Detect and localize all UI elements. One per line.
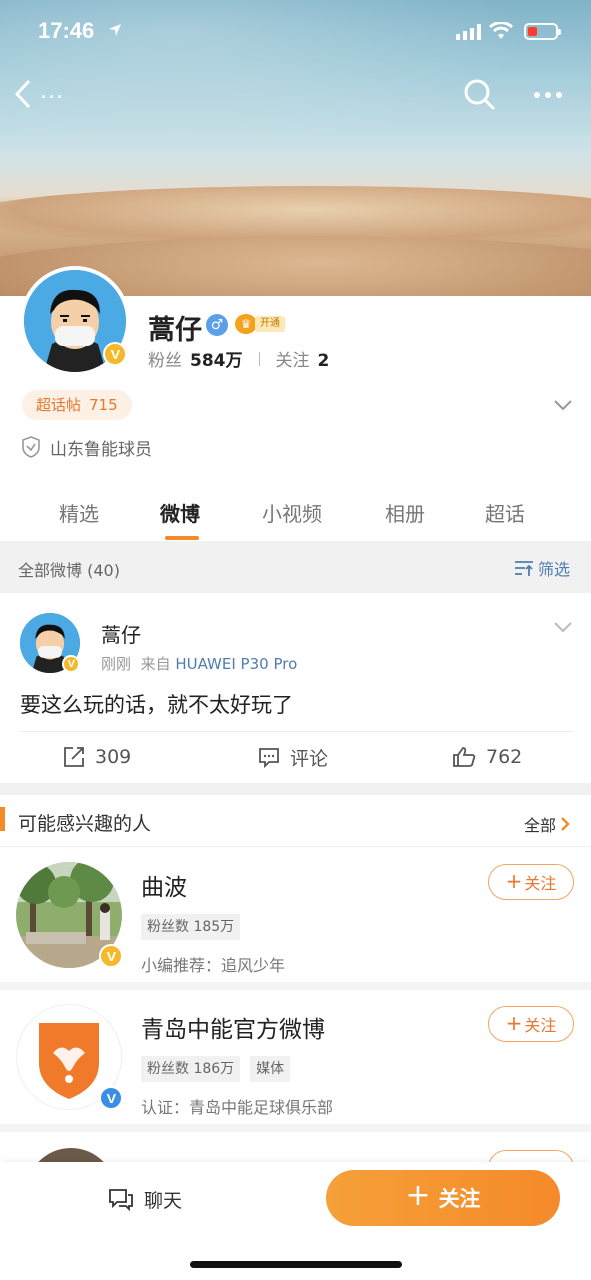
certification-row: 山东鲁能球员 — [22, 434, 152, 460]
comment-label: 评论 — [290, 747, 329, 770]
follow-label: 关注 — [524, 1016, 557, 1035]
follow-button[interactable]: + 关注 — [488, 864, 574, 900]
like-button[interactable]: 762 — [452, 743, 522, 771]
all-weibo-count: 全部微博 (40) — [18, 561, 120, 580]
repost-icon — [64, 747, 84, 767]
recommend-user-tags: 粉丝数 186万 媒体 — [141, 1056, 291, 1082]
recommend-user-desc: 认证：青岛中能足球俱乐部 — [141, 1098, 334, 1117]
following-stat[interactable]: 关注 2 — [276, 346, 330, 371]
profile-card: V 蒿仔 ♂ ♛ 开通 粉丝 584万 关注 2 超话帖 715 山东鲁能球员 精选 … — [0, 266, 591, 540]
chevron-left-icon — [14, 79, 31, 109]
weibo-post: V 蒿仔 刚刚 来自 HUAWEI P30 Pro 要这么玩的话，就不太好玩了 … — [0, 593, 591, 783]
recommend-user-name[interactable]: 青岛中能官方微博 — [141, 1010, 325, 1044]
post-from-label: 来自 — [140, 655, 171, 673]
verified-badge-icon: V — [62, 655, 80, 673]
recommend-user-desc: 小编推荐：追风少年 — [141, 956, 286, 975]
all-weibo-bar: 全部微博 (40) 筛选 — [0, 541, 591, 593]
tab-album[interactable]: 相册 — [385, 498, 425, 527]
plus-icon: + — [405, 1178, 431, 1213]
filter-button[interactable]: 筛选 — [514, 556, 570, 580]
like-count: 762 — [486, 746, 523, 768]
status-bar: 17:46 — [0, 16, 591, 50]
tab-chaohua[interactable]: 超话 — [485, 498, 525, 527]
tab-weibo[interactable]: 微博 — [160, 498, 200, 527]
verified-badge-icon: V — [99, 1086, 123, 1110]
chat-button[interactable]: 聊天 — [108, 1184, 182, 1214]
battery-icon — [524, 23, 561, 40]
recommend-all-label: 全部 — [524, 816, 557, 835]
follow-user-button[interactable]: + 关注 — [326, 1170, 560, 1226]
signal-icon — [456, 24, 481, 40]
male-gender-icon: ♂ — [206, 314, 228, 336]
post-text: 要这么玩的话，就不太好玩了 — [20, 693, 293, 717]
following-label: 关注 — [275, 351, 310, 371]
recommend-user-card[interactable]: V 曲波 粉丝数 185万 小编推荐：追风少年 + 关注 — [0, 848, 591, 990]
recommend-user-name[interactable]: 曲波 — [141, 868, 187, 902]
search-icon[interactable] — [463, 78, 497, 112]
follow-button[interactable]: + 关注 — [488, 1006, 574, 1042]
recommend-user-card[interactable]: V 青岛中能官方微博 粉丝数 186万 媒体 认证：青岛中能足球俱乐部 + 关注 — [0, 990, 591, 1132]
status-time: 17:46 — [38, 18, 95, 43]
vip-badge[interactable]: ♛ 开通 — [235, 314, 285, 334]
fans-count-tag: 粉丝数 186万 — [141, 1056, 241, 1082]
filter-label: 筛选 — [538, 560, 571, 579]
chaohua-count: 715 — [89, 396, 118, 414]
profile-tabs: 精选 微博 小视频 相册 超话 — [0, 490, 591, 540]
recommend-user-tags: 粉丝数 185万 — [141, 914, 241, 940]
filter-icon — [515, 561, 533, 576]
post-source[interactable]: HUAWEI P30 Pro — [175, 655, 297, 673]
plus-icon: + — [505, 869, 523, 893]
recommend-title: 可能感兴趣的人 — [18, 813, 152, 835]
shield-verified-icon — [22, 436, 40, 458]
follow-user-label: 关注 — [438, 1187, 481, 1211]
fans-value: 584万 — [190, 351, 243, 371]
more-options-icon[interactable] — [528, 78, 568, 112]
following-value: 2 — [317, 351, 330, 371]
profile-stats: 粉丝 584万 关注 2 — [148, 346, 329, 371]
comment-button[interactable]: 评论 — [258, 743, 328, 771]
repost-button[interactable]: 309 — [63, 743, 131, 771]
chat-label: 聊天 — [144, 1189, 183, 1212]
chaohua-posts-pill[interactable]: 超话帖 715 — [22, 390, 132, 420]
verified-badge-icon: V — [103, 342, 127, 366]
chevron-right-icon — [561, 817, 570, 831]
post-menu-chevron-icon[interactable] — [553, 619, 573, 635]
follow-label: 关注 — [524, 874, 557, 893]
recommend-all-link[interactable]: 全部 — [524, 812, 570, 836]
recommend-user-card-partial[interactable] — [0, 1132, 591, 1162]
verified-badge-icon: V — [99, 944, 123, 968]
location-arrow-icon — [109, 24, 121, 36]
recommend-header: 可能感兴趣的人 全部 — [0, 795, 591, 847]
post-author-name[interactable]: 蒿仔 — [101, 619, 141, 648]
fans-stat[interactable]: 粉丝 584万 — [148, 346, 243, 371]
chaohua-label: 超话帖 — [36, 396, 82, 414]
fans-label: 粉丝 — [148, 351, 182, 371]
home-indicator — [190, 1261, 402, 1268]
plus-icon: + — [505, 1011, 523, 1035]
profile-name: 蒿仔 — [148, 315, 202, 346]
comment-icon — [259, 748, 279, 768]
fans-count-tag: 粉丝数 185万 — [141, 914, 241, 940]
post-time: 刚刚 — [101, 655, 132, 673]
repost-count: 309 — [95, 746, 132, 768]
expand-chevron-down-icon[interactable] — [552, 396, 574, 414]
back-suffix: ... — [40, 78, 64, 104]
top-nav: ... — [0, 72, 591, 116]
media-tag: 媒体 — [250, 1056, 291, 1082]
vip-open-label: 开通 — [255, 316, 285, 332]
chat-bubbles-icon — [109, 1189, 133, 1211]
tab-featured[interactable]: 精选 — [59, 498, 99, 527]
crown-icon: ♛ — [235, 314, 257, 334]
post-meta: 刚刚 来自 HUAWEI P30 Pro — [101, 653, 297, 674]
wifi-icon — [489, 22, 513, 39]
tab-short-video[interactable]: 小视频 — [262, 498, 322, 527]
thumbs-up-icon — [453, 747, 476, 767]
follow-button[interactable] — [488, 1150, 574, 1162]
back-button[interactable]: ... — [14, 78, 74, 110]
active-tab-indicator — [165, 536, 199, 540]
certification-text: 山东鲁能球员 — [50, 439, 152, 460]
recommend-user-avatar[interactable] — [26, 1148, 116, 1162]
